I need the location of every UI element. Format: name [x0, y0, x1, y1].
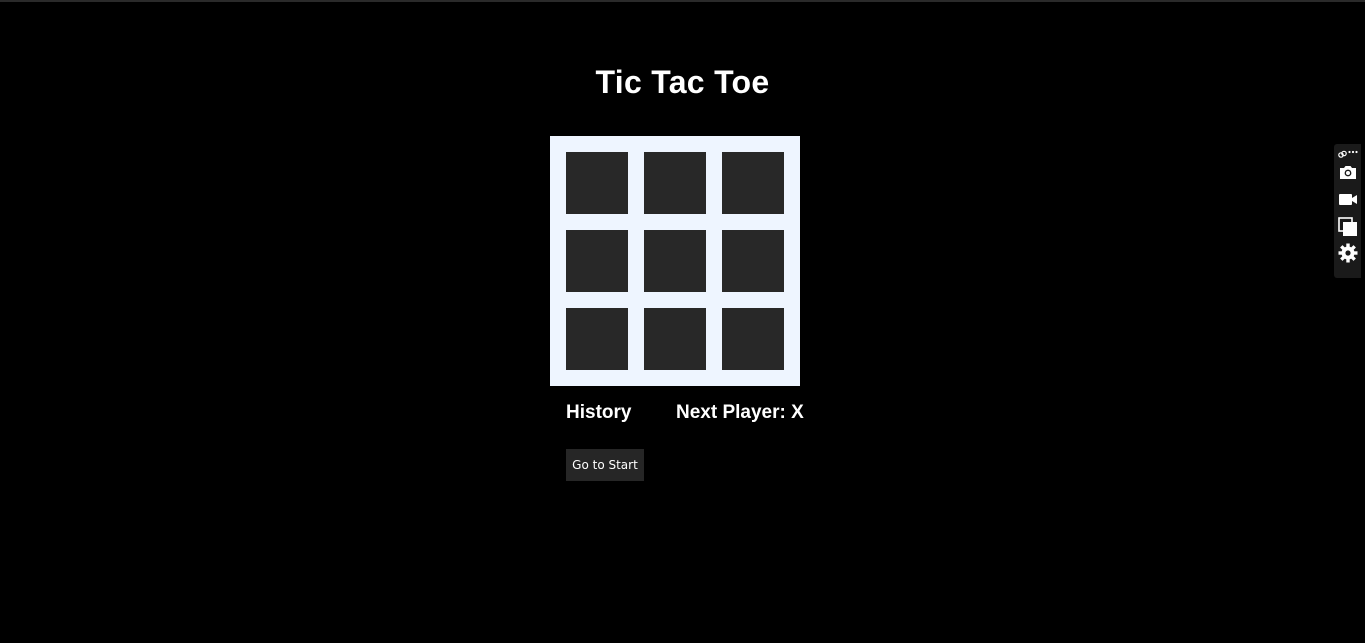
go-to-start-button[interactable]: Go to Start: [566, 449, 644, 481]
board-cell-7[interactable]: [566, 308, 628, 370]
board-cell-5[interactable]: [644, 230, 706, 292]
camera-icon[interactable]: [1337, 161, 1359, 183]
board-cell-9[interactable]: [722, 308, 784, 370]
next-player-status: Next Player: X: [676, 402, 804, 423]
game-board: [550, 136, 800, 386]
video-icon[interactable]: [1337, 188, 1359, 210]
more-icon[interactable]: [1348, 147, 1358, 157]
board-cell-2[interactable]: [644, 152, 706, 214]
gear-icon[interactable]: [1337, 242, 1359, 264]
page-title: Tic Tac Toe: [595, 64, 770, 100]
board-cell-8[interactable]: [644, 308, 706, 370]
toolbar-header: [1338, 147, 1358, 158]
board-cell-3[interactable]: [722, 152, 784, 214]
screen-capture-toolbar: [1334, 144, 1361, 278]
window-top-border: [0, 0, 1365, 2]
history-heading: History: [566, 402, 632, 423]
board-cell-1[interactable]: [566, 152, 628, 214]
board-cell-4[interactable]: [566, 230, 628, 292]
copy-icon[interactable]: [1337, 215, 1359, 237]
board-cell-6[interactable]: [722, 230, 784, 292]
